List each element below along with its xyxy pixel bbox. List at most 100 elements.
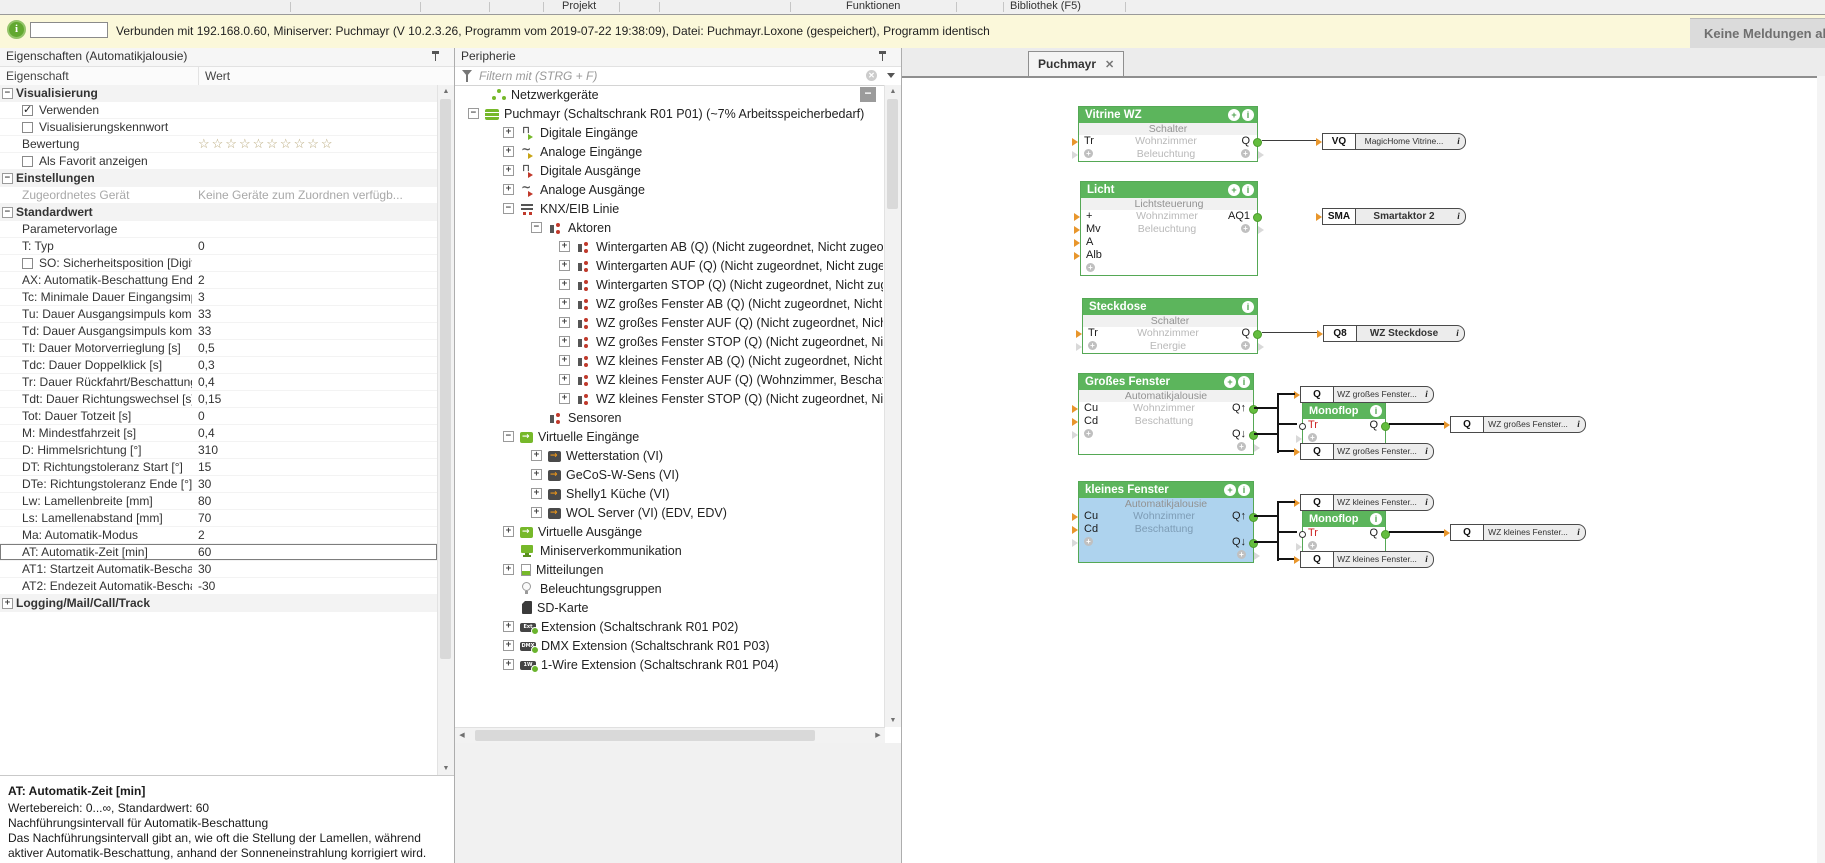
tree-scrollbar[interactable]: ▲ ▼ [884,85,901,727]
tree-item[interactable]: Miniserverkommunikation [455,541,883,560]
tree-item[interactable]: +DMXDMX Extension (Schaltschrank R01 P03… [455,636,883,655]
property-row[interactable]: AT1: Startzeit Automatik-Beschattun...30 [0,561,437,578]
info-icon[interactable]: i [1451,326,1464,341]
tree-item[interactable]: +Virtuelle Ausgänge [455,522,883,541]
add-input-icon[interactable]: + [1084,149,1093,158]
block-monoflop[interactable]: Monoflopi TrQ + [1302,510,1386,554]
target-icon[interactable]: + [1228,184,1240,196]
property-row[interactable]: AT2: Endezeit Automatik-Beschattu...-30 [0,578,437,595]
expand-icon[interactable]: + [503,184,514,195]
filter-bar[interactable]: Filtern mit (STRG + F) ✕ [455,67,901,86]
menu-bibliothek[interactable]: Bibliothek (F5) [1010,0,1081,13]
add-input-icon[interactable]: + [1308,433,1317,442]
scrollbar-thumb[interactable] [440,99,451,659]
status-search-input[interactable] [30,22,108,38]
checkbox-checked-icon[interactable] [22,105,33,116]
property-row[interactable]: Parametervorlage [0,221,437,238]
info-icon[interactable]: i [1242,109,1254,121]
pin-icon[interactable] [878,51,887,62]
expand-icon[interactable]: + [559,241,570,252]
tree-item[interactable]: Sensoren [455,408,883,427]
expand-icon[interactable]: + [559,336,570,347]
property-row[interactable]: Tr: Dauer Rückfahrt/Beschattungspo...0,4 [0,374,437,391]
add-output-icon[interactable]: + [1237,550,1246,559]
expand-icon[interactable]: + [503,640,514,651]
expand-icon[interactable]: + [559,374,570,385]
input-connector-icon[interactable] [1072,513,1078,521]
add-output-icon[interactable]: + [1241,149,1250,158]
tree-item[interactable]: +Shelly1 Küche (VI) [455,484,883,503]
scrollbar-thumb[interactable] [887,99,898,209]
input-connector-icon[interactable] [1072,418,1078,426]
info-icon[interactable]: i [1242,301,1254,313]
output-node-sma[interactable]: SMASmartaktor 2i [1322,208,1466,225]
property-section[interactable]: +Logging/Mail/Call/Track [0,595,437,612]
tree-item[interactable]: +WZ kleines Fenster AB (Q) (Nicht zugeor… [455,351,883,370]
column-wert[interactable]: Wert [199,67,454,85]
add-input-icon[interactable]: + [1084,429,1093,438]
clear-filter-icon[interactable]: ✕ [866,70,877,81]
output-node-q[interactable]: QWZ kleines Fenster...i [1300,551,1434,568]
property-row[interactable]: DTe: Richtungstoleranz Ende [°]30 [0,476,437,493]
property-row[interactable]: Tu: Dauer Ausgangsimpuls komplet...33 [0,306,437,323]
add-output-icon[interactable]: + [1241,341,1250,350]
target-icon[interactable]: + [1224,376,1236,388]
rating-stars[interactable]: ☆☆☆☆☆☆☆☆☆☆ [198,136,335,152]
scrollbar-thumb[interactable] [475,730,815,741]
property-row[interactable]: Tdt: Dauer Richtungswechsel [s]0,15 [0,391,437,408]
tree-item[interactable]: +GeCoS-W-Sens (VI) [455,465,883,484]
scroll-up-icon[interactable]: ▲ [438,85,454,98]
output-node-q8[interactable]: Q8WZ Steckdosei [1323,325,1465,342]
info-icon[interactable]: i [1572,525,1585,540]
property-row[interactable]: SO: Sicherheitsposition [Digital] [0,255,437,272]
expand-icon[interactable]: + [531,488,542,499]
expand-icon[interactable]: + [503,621,514,632]
scroll-down-icon[interactable]: ▼ [885,714,901,727]
input-connector-icon[interactable] [1072,405,1078,413]
output-connector-icon[interactable] [1253,330,1262,339]
tree-item[interactable]: +Wetterstation (VI) [455,446,883,465]
property-row[interactable]: Ls: Lamellenabstand [mm]70 [0,510,437,527]
tree-hscrollbar[interactable]: ◀ ▶ [455,727,885,743]
tree-item[interactable]: +Analoge Eingänge [455,142,883,161]
filter-input[interactable]: Filtern mit (STRG + F) [479,69,597,83]
info-icon[interactable]: i [1238,376,1250,388]
input-connector-icon[interactable] [1076,330,1082,338]
input-connector-icon[interactable] [1074,239,1080,247]
collapse-icon[interactable]: − [468,108,479,119]
output-connector-icon[interactable] [1253,138,1262,147]
output-node-q[interactable]: QWZ großes Fenster...i [1300,443,1434,460]
tree-item[interactable]: +Digitale Ausgänge [455,161,883,180]
info-icon[interactable]: i [1452,209,1465,224]
info-icon[interactable]: i [1452,134,1465,149]
tree-item[interactable]: +1W1-Wire Extension (Schaltschrank R01 P… [455,655,883,674]
tree-item[interactable]: Beleuchtungsgruppen [455,579,883,598]
property-row[interactable]: AX: Automatik-Beschattung Endzus...2 [0,272,437,289]
property-section[interactable]: −Visualisierung [0,85,437,102]
tree-item[interactable]: +Wintergarten AUF (Q) (Nicht zugeordnet,… [455,256,883,275]
expand-icon[interactable]: + [503,526,514,537]
expand-icon[interactable]: + [531,469,542,480]
checkbox-icon[interactable] [22,258,33,269]
output-connector-icon[interactable] [1249,405,1258,414]
canvas-scrollbar[interactable] [1817,76,1825,863]
expand-icon[interactable]: + [559,279,570,290]
info-icon[interactable]: i [1420,444,1433,459]
input-connector-icon[interactable] [1074,226,1080,234]
property-row[interactable]: Lw: Lamellenbreite [mm]80 [0,493,437,510]
expand-icon[interactable]: + [503,165,514,176]
output-connector-icon[interactable] [1249,539,1258,548]
property-row[interactable]: Als Favorit anzeigen [0,153,437,170]
block-licht[interactable]: Licht+i Lichtsteuerung +WohnzimmerAQ1 Mv… [1080,181,1258,276]
output-connector-icon[interactable] [1253,213,1262,222]
property-row[interactable]: Tdc: Dauer Doppelklick [s]0,3 [0,357,437,374]
input-connector-icon[interactable] [1074,252,1080,260]
property-row[interactable]: D: Himmelsrichtung [°]310 [0,442,437,459]
messages-button[interactable]: Keine Meldungen al [1690,18,1825,49]
property-row[interactable]: M: Mindestfahrzeit [s]0,4 [0,425,437,442]
block-steckdose[interactable]: Steckdosei Schalter TrWohnzimmerQ +Energ… [1082,298,1258,354]
program-canvas[interactable]: Puchmayr✕ Vitrine WZ+i Schalter TrWohnzi… [902,48,1825,863]
info-icon[interactable]: i [1238,484,1250,496]
tree-item[interactable]: −Puchmayr (Schaltschrank R01 P01) (~7% A… [455,104,883,123]
output-node-q[interactable]: QWZ großes Fenster...i [1300,386,1434,403]
